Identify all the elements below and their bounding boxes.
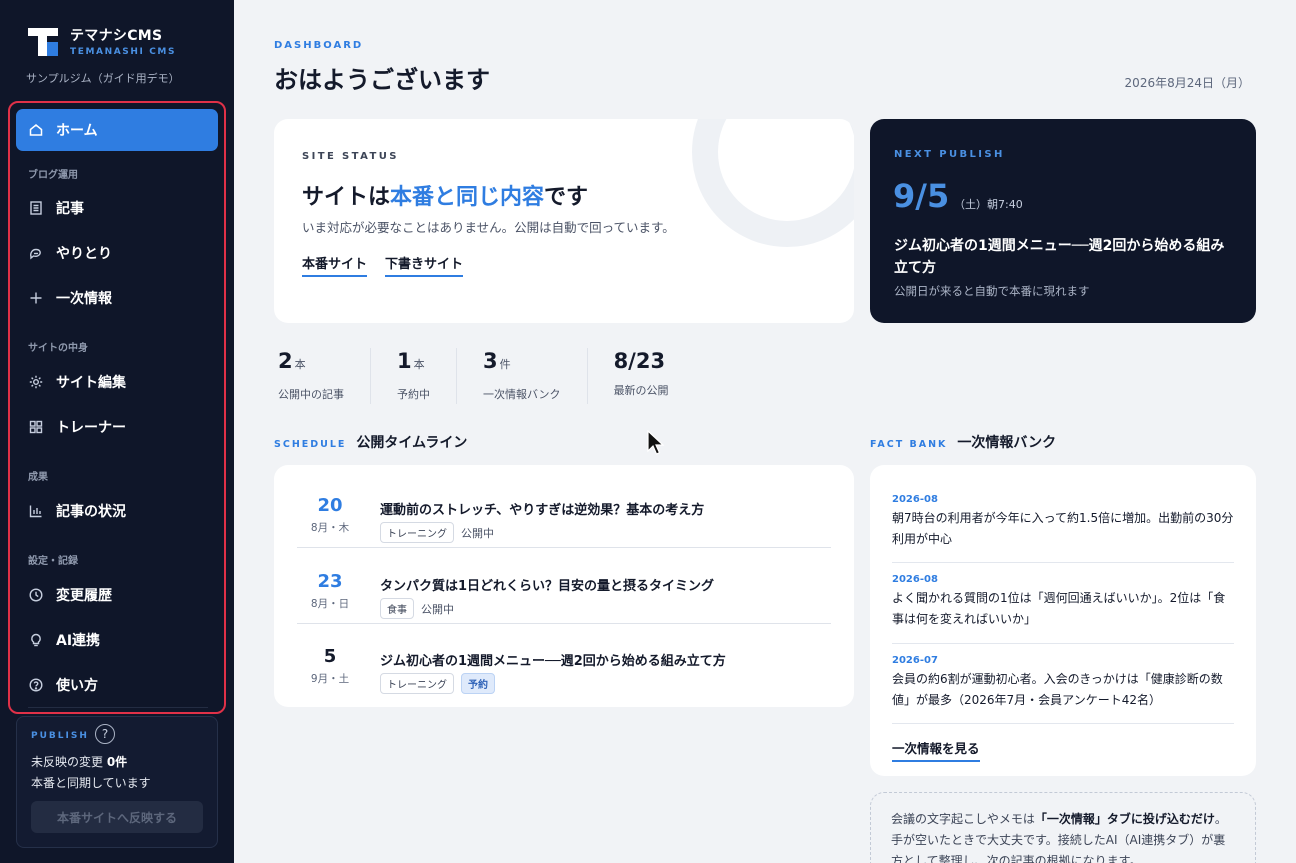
sync-status: 本番と同期しています xyxy=(31,776,151,790)
fact-item: 2026-08 朝7時台の利用者が今年に入って約1.5倍に増加。出勤前の30分利… xyxy=(892,494,1234,546)
fact-bank-heading: FACT BANK 一次情報バンク xyxy=(870,435,1057,451)
sidebar-item-site-edit[interactable]: サイト編集 xyxy=(14,361,216,403)
brand[interactable]: テマナシCMS TEMANASHI CMS xyxy=(28,28,176,58)
site-status-desc: いま対応が必要なことはありません。公開は自動で回っています。 xyxy=(302,220,675,235)
sidebar-item-label: 変更履歴 xyxy=(56,588,112,604)
gear-icon xyxy=(28,374,44,390)
fact-item: 2026-07 会員の約6割が運動初心者。入会のきっかけは「健康診断の数値」が最… xyxy=(892,655,1223,707)
fact-item: 2026-08 よく聞かれる質問の1位は「週何回通えばいいか」。2位は「食事は何… xyxy=(892,574,1226,626)
divider xyxy=(892,723,1234,724)
schedule-row[interactable]: 23 8月・日 タンパク質は1日どれくらい？目安の量と摂るタイミング 食事 公開中 xyxy=(297,549,831,624)
publish-button[interactable]: 本番サイトへ反映する xyxy=(31,801,203,833)
schedule-heading: SCHEDULE 公開タイムライン xyxy=(274,435,468,451)
bar-chart-icon xyxy=(28,503,44,519)
grid-icon xyxy=(28,419,44,435)
stat-fact-bank: 3件 一次情報バンク xyxy=(479,348,588,404)
clock-icon xyxy=(28,587,44,603)
next-publish-title: ジム初心者の1週間メニュー──週2回から始める組み立て方 xyxy=(894,238,1225,276)
sidebar-item-home[interactable]: ホーム xyxy=(16,109,218,151)
production-site-link[interactable]: 本番サイト xyxy=(302,253,368,277)
stat-published: 2本 公開中の記事 xyxy=(274,348,371,404)
nav-group-settings: 設定・記録 xyxy=(28,556,78,567)
site-status-title: サイトは本番と同じ内容です xyxy=(302,185,589,210)
nav-group-blog: ブログ運用 xyxy=(28,170,78,181)
home-icon xyxy=(28,122,44,138)
page-eyebrow: DASHBOARD xyxy=(274,40,364,51)
sidebar-item-messages[interactable]: やりとり xyxy=(14,232,216,274)
sidebar-item-guide[interactable]: 使い方 xyxy=(14,664,216,706)
sidebar-item-label: サイト編集 xyxy=(56,375,126,391)
sidebar-item-label: 使い方 xyxy=(56,678,98,694)
pending-changes: 未反映の変更 0件 xyxy=(31,755,128,769)
help-icon[interactable]: ? xyxy=(95,724,115,744)
stats-row: 2本 公開中の記事 1本 予約中 3件 一次情報バンク 8/23 最新の公開 xyxy=(274,348,717,404)
chat-icon xyxy=(28,245,44,261)
sidebar: テマナシCMS TEMANASHI CMS サンプルジム（ガイド用デモ） ホーム… xyxy=(0,0,234,863)
sidebar-item-label: トレーナー xyxy=(56,420,126,436)
divider xyxy=(892,562,1234,563)
view-facts-link[interactable]: 一次情報を見る xyxy=(892,738,980,762)
document-icon xyxy=(28,200,44,216)
category-tag: トレーニング xyxy=(380,673,454,694)
status-text: 公開中 xyxy=(461,526,494,540)
page-title: おはようございます xyxy=(274,66,490,94)
tip-text: 会議の文字起こしやメモは「一次情報」タブに投げ込むだけ。手が空いたときで大丈夫で… xyxy=(891,812,1227,863)
sidebar-item-label: ホーム xyxy=(56,123,98,139)
sidebar-item-article-status[interactable]: 記事の状況 xyxy=(14,490,216,532)
sidebar-item-label: 記事の状況 xyxy=(56,504,126,520)
sidebar-item-trainers[interactable]: トレーナー xyxy=(14,406,216,448)
publish-panel: PUBLISH ? 未反映の変更 0件 本番と同期しています 本番サイトへ反映す… xyxy=(16,716,218,848)
next-publish-card[interactable]: NEXT PUBLISH 9/5 （土）朝7:40 ジム初心者の1週間メニュー─… xyxy=(870,119,1256,323)
schedule-row[interactable]: 20 8月・木 運動前のストレッチ、やりすぎは逆効果？基本の考え方 トレーニング… xyxy=(297,473,831,548)
site-name: サンプルジム（ガイド用デモ） xyxy=(26,72,180,85)
help-icon xyxy=(28,677,44,693)
nav-group-site: サイトの中身 xyxy=(28,343,88,354)
sidebar-item-articles[interactable]: 記事 xyxy=(14,187,216,229)
sidebar-item-ai[interactable]: AI連携 xyxy=(14,619,216,661)
site-status-eyebrow: SITE STATUS xyxy=(302,151,399,162)
brand-sub: TEMANASHI CMS xyxy=(70,47,177,57)
category-tag: トレーニング xyxy=(380,522,454,543)
nav-group-results: 成果 xyxy=(28,472,48,483)
lightbulb-icon xyxy=(28,632,44,648)
stat-scheduled: 1本 予約中 xyxy=(393,348,457,404)
current-date: 2026年8月24日（月） xyxy=(1124,76,1250,90)
next-publish-time: （土）朝7:40 xyxy=(954,198,1023,211)
category-tag: 食事 xyxy=(380,598,414,619)
plus-icon xyxy=(28,290,44,306)
tip-box: 会議の文字起こしやメモは「一次情報」タブに投げ込むだけ。手が空いたときで大丈夫で… xyxy=(870,792,1256,863)
divider xyxy=(28,707,208,708)
next-publish-date: 9/5 xyxy=(893,177,950,215)
brand-name: テマナシCMS xyxy=(70,28,163,44)
sidebar-item-label: AI連携 xyxy=(56,633,101,649)
schedule-card: 20 8月・木 運動前のストレッチ、やりすぎは逆効果？基本の考え方 トレーニング… xyxy=(274,465,854,707)
sidebar-item-label: 一次情報 xyxy=(56,291,112,307)
logo xyxy=(28,28,60,58)
next-publish-eyebrow: NEXT PUBLISH xyxy=(894,149,1005,160)
decorative-ring xyxy=(692,119,854,247)
next-publish-note: 公開日が来ると自動で本番に現れます xyxy=(894,284,1090,298)
sidebar-item-facts[interactable]: 一次情報 xyxy=(14,277,216,319)
schedule-row[interactable]: 5 9月・土 ジム初心者の1週間メニュー──週2回から始める組み立て方 トレーニ… xyxy=(297,624,831,699)
draft-site-link[interactable]: 下書きサイト xyxy=(385,253,464,277)
sidebar-item-label: やりとり xyxy=(56,246,112,262)
stat-latest: 8/23 最新の公開 xyxy=(613,349,669,397)
status-text: 公開中 xyxy=(421,602,454,616)
mouse-cursor-icon xyxy=(647,430,665,455)
fact-bank-card: 2026-08 朝7時台の利用者が今年に入って約1.5倍に増加。出勤前の30分利… xyxy=(870,465,1256,776)
site-status-card: SITE STATUS サイトは本番と同じ内容です いま対応が必要なことはありま… xyxy=(274,119,854,323)
publish-label: PUBLISH xyxy=(31,731,89,741)
sidebar-item-history[interactable]: 変更履歴 xyxy=(14,574,216,616)
divider xyxy=(892,643,1234,644)
status-badge: 予約 xyxy=(461,673,495,694)
sidebar-item-label: 記事 xyxy=(56,201,84,217)
